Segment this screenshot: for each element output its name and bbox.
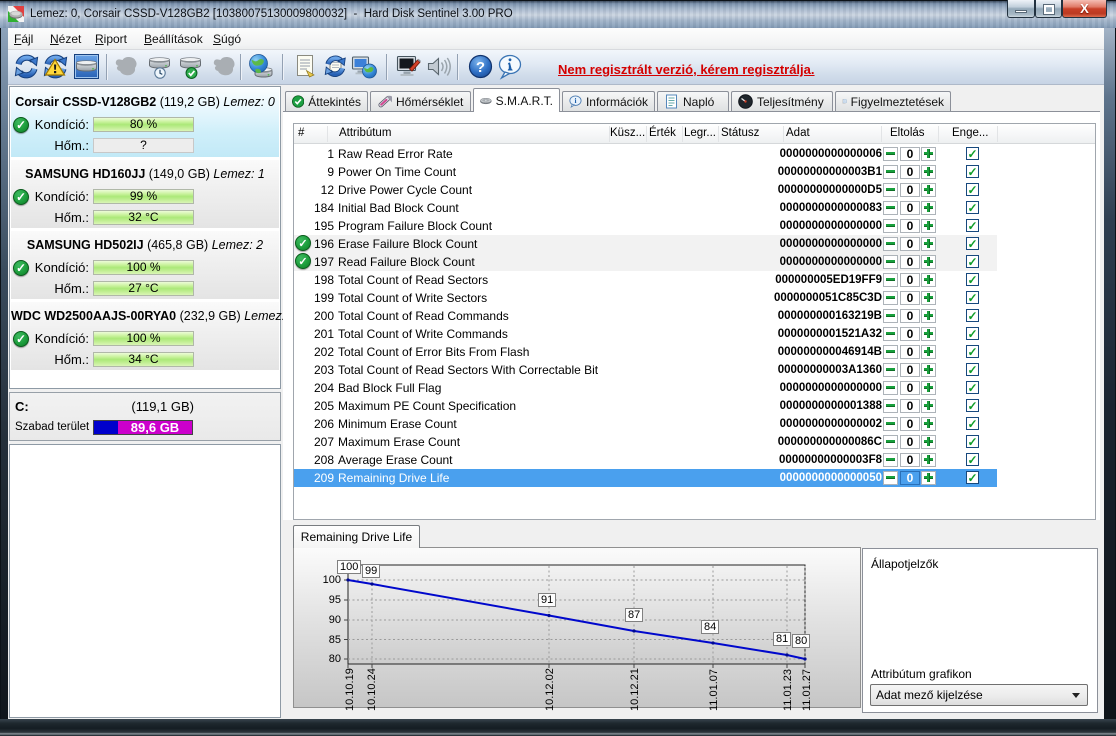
svg-text:i: i (574, 96, 576, 105)
svg-text:?: ? (476, 59, 485, 76)
